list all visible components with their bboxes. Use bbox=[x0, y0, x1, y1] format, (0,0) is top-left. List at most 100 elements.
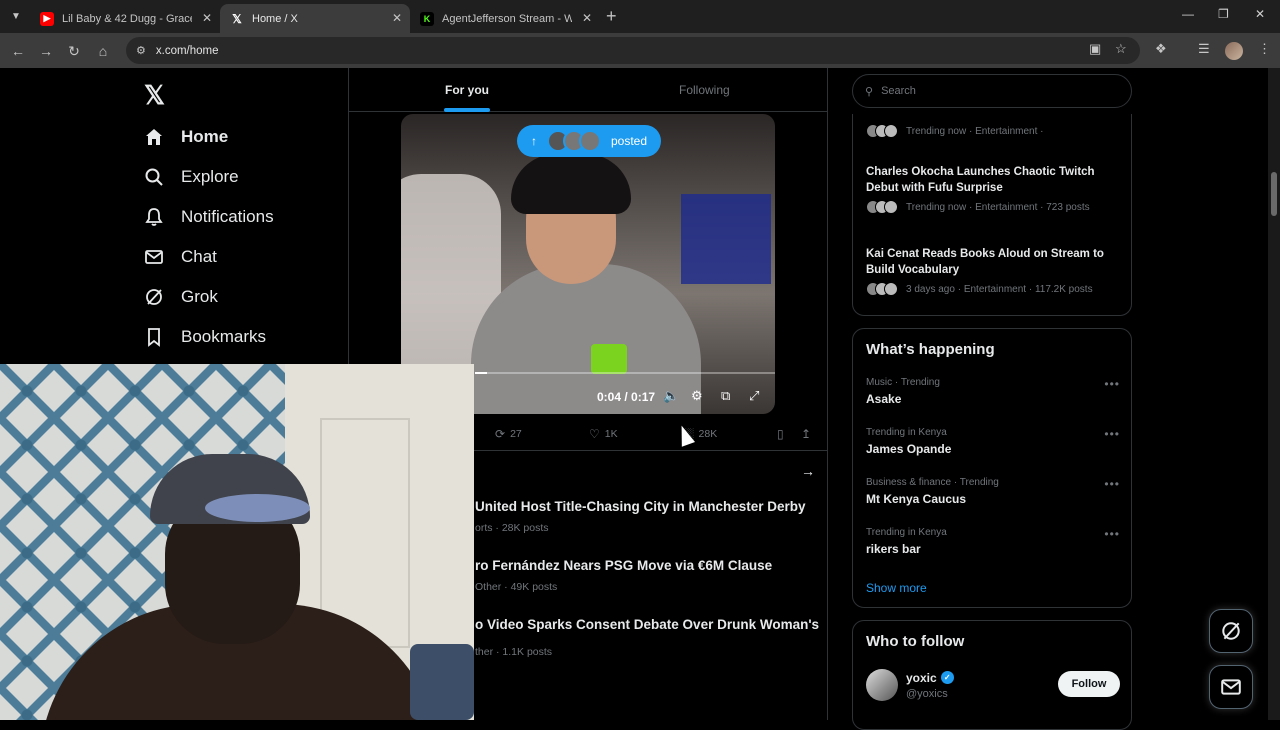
reload-icon[interactable]: ↻ bbox=[64, 41, 84, 61]
avatar[interactable] bbox=[866, 669, 898, 701]
x-page: 𝕏 Home Explore Notifications Chat Grok B… bbox=[0, 68, 1280, 730]
profile-avatar[interactable] bbox=[1225, 42, 1243, 60]
close-window-icon[interactable]: ✕ bbox=[1255, 7, 1265, 21]
user-name: yoxic ✓ bbox=[906, 671, 954, 685]
forward-arrow-icon[interactable]: → bbox=[36, 41, 56, 61]
trend-item[interactable]: Business & finance · Trending Mt Kenya C… bbox=[866, 477, 1120, 506]
more-options-icon[interactable]: ••• bbox=[1104, 527, 1120, 541]
browser-tab-kick[interactable]: K AgentJefferson Stream - Watch ✕ bbox=[410, 4, 600, 33]
trending-item[interactable]: Trending now · Entertainment · bbox=[866, 120, 1043, 138]
close-tab-icon[interactable]: ✕ bbox=[392, 11, 402, 25]
browser-menu-icon[interactable]: ⋮ bbox=[1258, 41, 1271, 57]
posted-avatars bbox=[547, 130, 601, 152]
volume-icon[interactable]: 🔈 bbox=[663, 388, 679, 404]
sidebar-item-grok[interactable]: Grok bbox=[144, 282, 218, 312]
tab-following[interactable]: Following bbox=[679, 83, 730, 97]
trend-name: rikers bar bbox=[866, 542, 921, 556]
search-input[interactable]: ⚲ Search bbox=[852, 74, 1132, 108]
follow-button[interactable]: Follow bbox=[1058, 671, 1120, 697]
close-tab-icon[interactable]: ✕ bbox=[202, 11, 212, 25]
news-item[interactable]: United Host Title-Chasing City in Manche… bbox=[475, 499, 806, 534]
close-tab-icon[interactable]: ✕ bbox=[582, 11, 592, 25]
messages-fab-icon[interactable] bbox=[1209, 665, 1253, 709]
trend-avatars bbox=[866, 282, 898, 296]
scrollbar-thumb[interactable] bbox=[1271, 172, 1277, 216]
trending-headline: Kai Cenat Reads Books Aloud on Stream to… bbox=[866, 248, 1104, 276]
like-button[interactable]: ♡ 1K bbox=[589, 427, 618, 441]
page-scrollbar[interactable] bbox=[1268, 68, 1280, 720]
sidebar-item-home[interactable]: Home bbox=[144, 122, 228, 152]
show-more-link[interactable]: Show more bbox=[866, 581, 927, 595]
minimize-icon[interactable]: — bbox=[1182, 7, 1194, 21]
sidebar-item-label: Bookmarks bbox=[181, 327, 267, 346]
address-bar[interactable]: ⚙ x.com/home bbox=[126, 37, 1140, 64]
sidebar-item-label: Grok bbox=[181, 287, 218, 306]
bookmark-icon bbox=[144, 327, 164, 347]
new-tab-plus-icon[interactable]: + bbox=[606, 6, 617, 27]
video-frame-logo bbox=[591, 344, 627, 374]
new-posts-pill[interactable]: ↑ posted bbox=[517, 125, 661, 157]
settings-gear-icon[interactable]: ⚙ bbox=[691, 388, 703, 404]
trend-name: Mt Kenya Caucus bbox=[866, 492, 967, 506]
verified-badge-icon: ✓ bbox=[940, 671, 954, 684]
repost-count: 27 bbox=[510, 428, 522, 440]
tab-label: AgentJefferson Stream - Watch bbox=[442, 12, 572, 25]
sidebar-item-chat[interactable]: Chat bbox=[144, 242, 217, 272]
sidebar-item-explore[interactable]: Explore bbox=[144, 162, 239, 192]
restore-icon[interactable]: ❐ bbox=[1218, 7, 1229, 21]
whats-happening-panel: What’s happening Music · Trending Asake … bbox=[852, 328, 1132, 608]
news-item[interactable]: ro Fernández Nears PSG Move via €6M Clau… bbox=[475, 558, 772, 593]
sidebar-item-notifications[interactable]: Notifications bbox=[144, 202, 274, 232]
media-control-icon[interactable]: ☰ bbox=[1198, 41, 1210, 57]
pip-icon[interactable]: ⧉ bbox=[721, 388, 730, 404]
trend-name: Asake bbox=[866, 392, 902, 406]
extensions-icon[interactable]: ❖ bbox=[1155, 41, 1167, 57]
site-info-icon[interactable]: ⚙ bbox=[136, 44, 146, 57]
who-to-follow-panel: Who to follow yoxic ✓ @yoxics Follow bbox=[852, 620, 1132, 730]
video-time: 0:04 / 0:17 bbox=[597, 390, 656, 404]
browser-tab-x[interactable]: 𝕏 Home / X ✕ bbox=[220, 4, 410, 33]
tab-search-chevron-icon[interactable]: ▼ bbox=[6, 7, 26, 27]
install-app-icon[interactable]: ▣ bbox=[1089, 41, 1101, 57]
sidebar-item-bookmarks[interactable]: Bookmarks bbox=[144, 322, 266, 352]
share-button[interactable]: ↥ bbox=[801, 427, 816, 441]
panel-title: What’s happening bbox=[866, 341, 995, 358]
more-options-icon[interactable]: ••• bbox=[1104, 377, 1120, 391]
news-meta: orts · 28K posts bbox=[475, 522, 549, 534]
arrow-right-icon[interactable]: → bbox=[801, 463, 815, 479]
trend-item[interactable]: Trending in Kenya James Opande ••• bbox=[866, 427, 1120, 456]
video-progress-track[interactable] bbox=[475, 372, 775, 374]
bookmark-post-button[interactable]: ▯ bbox=[777, 427, 789, 441]
bell-icon bbox=[144, 207, 164, 227]
browser-tab-youtube[interactable]: ▶ Lil Baby & 42 Dugg - Grace (Of ✕ bbox=[30, 4, 220, 33]
trend-item[interactable]: Trending in Kenya rikers bar ••• bbox=[866, 527, 1120, 556]
repost-button[interactable]: ⟳ 27 bbox=[495, 427, 522, 441]
fullscreen-icon[interactable]: ⤢ bbox=[749, 388, 759, 404]
x-logo-icon[interactable]: 𝕏 bbox=[144, 80, 165, 111]
grok-fab-icon[interactable] bbox=[1209, 609, 1253, 653]
more-options-icon[interactable]: ••• bbox=[1104, 427, 1120, 441]
bookmark-star-icon[interactable]: ☆ bbox=[1115, 41, 1127, 57]
trend-item[interactable]: Music · Trending Asake ••• bbox=[866, 377, 1120, 406]
news-headline: United Host Title-Chasing City in Manche… bbox=[475, 499, 806, 514]
news-item[interactable]: o Video Sparks Consent Debate Over Drunk… bbox=[475, 617, 819, 658]
sidebar-item-label: Chat bbox=[181, 247, 217, 266]
like-count: 1K bbox=[604, 428, 618, 440]
browser-toolbar: ← → ↻ ⌂ ⚙ x.com/home ▣ ☆ ❖ ☰ ⋮ bbox=[0, 33, 1280, 68]
follow-suggestion[interactable]: yoxic ✓ @yoxics Follow bbox=[866, 669, 1120, 701]
sidebar-item-label: Explore bbox=[181, 167, 239, 186]
views-count: 28K bbox=[698, 428, 718, 440]
url-text: x.com/home bbox=[155, 44, 219, 57]
trending-meta: Trending now · Entertainment · bbox=[866, 124, 1043, 138]
trending-item[interactable]: Charles Okocha Launches Chaotic Twitch D… bbox=[866, 164, 1120, 214]
tab-for-you[interactable]: For you bbox=[445, 83, 489, 97]
tab-label: Home / X bbox=[252, 12, 298, 25]
more-options-icon[interactable]: ••• bbox=[1104, 477, 1120, 491]
posted-label: posted bbox=[611, 134, 648, 148]
home-page-icon[interactable]: ⌂ bbox=[93, 41, 113, 61]
trending-meta-text: Trending now · Entertainment · bbox=[906, 125, 1044, 137]
back-arrow-icon[interactable]: ← bbox=[8, 41, 28, 61]
trending-headline: Charles Okocha Launches Chaotic Twitch D… bbox=[866, 166, 1095, 194]
trending-item[interactable]: Kai Cenat Reads Books Aloud on Stream to… bbox=[866, 246, 1120, 296]
trending-meta: Trending now · Entertainment · 723 posts bbox=[866, 200, 1120, 214]
